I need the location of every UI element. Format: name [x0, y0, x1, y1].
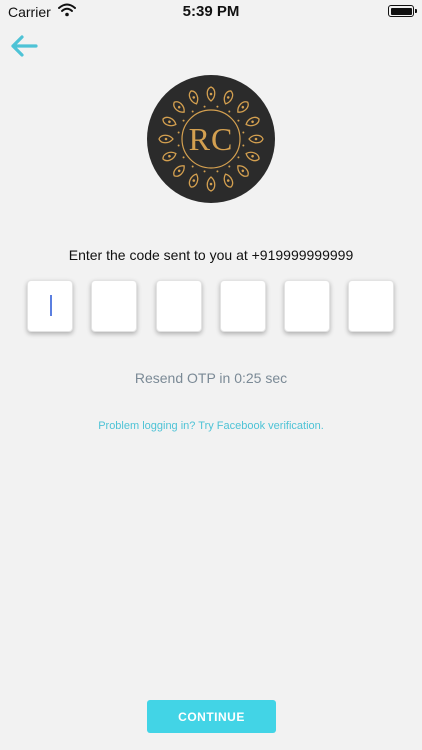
- battery-icon: [388, 5, 417, 17]
- facebook-verification-link[interactable]: Problem logging in? Try Facebook verific…: [0, 420, 422, 432]
- otp-digit-4[interactable]: [220, 280, 266, 332]
- brand-logo: RC: [147, 75, 275, 203]
- otp-digit-2[interactable]: [91, 280, 137, 332]
- otp-digit-6[interactable]: [348, 280, 394, 332]
- text-caret: [50, 295, 52, 316]
- resend-otp-timer: Resend OTP in 0:25 sec: [134, 370, 288, 386]
- back-button[interactable]: [8, 32, 40, 60]
- otp-digit-5[interactable]: [284, 280, 330, 332]
- otp-input-row: [0, 280, 422, 332]
- otp-prompt: Enter the code sent to you at +919999999…: [68, 247, 354, 263]
- otp-digit-3[interactable]: [156, 280, 202, 332]
- arrow-left-icon: [11, 35, 38, 57]
- status-bar: Carrier 5:39 PM: [0, 0, 422, 24]
- logo-monogram: RC: [188, 121, 234, 157]
- clock-time: 5:39 PM: [182, 3, 240, 20]
- continue-button[interactable]: CONTINUE: [147, 700, 276, 733]
